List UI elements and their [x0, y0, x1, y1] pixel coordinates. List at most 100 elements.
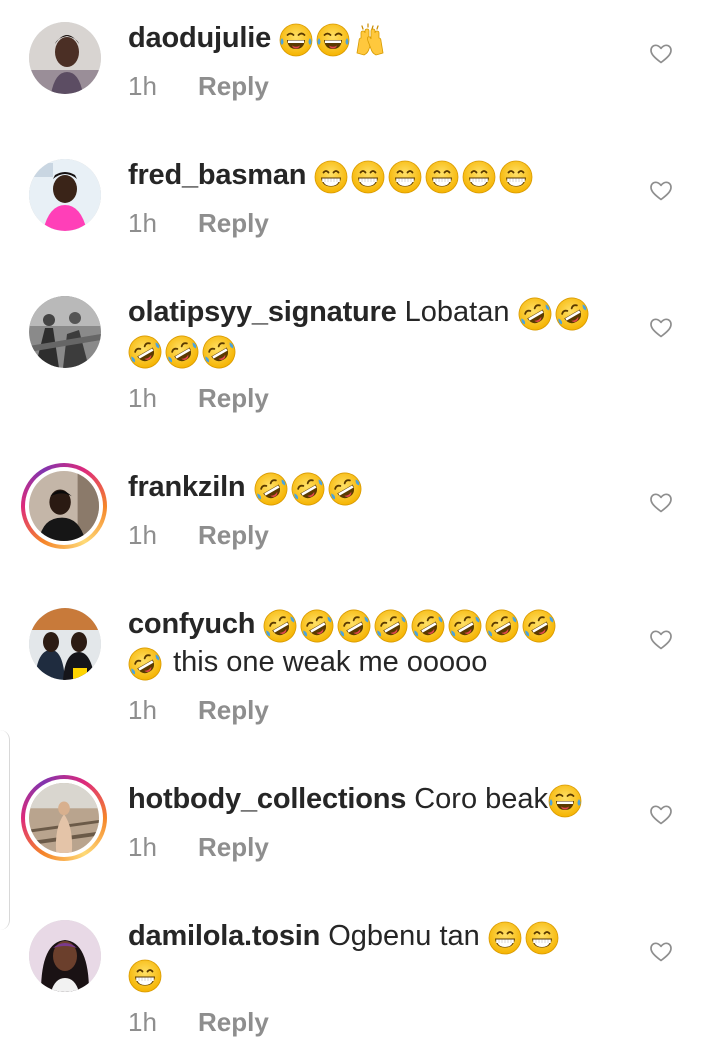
avatar-image: [29, 159, 101, 231]
comment-item: hotbody_collections Coro beak 1h Reply: [0, 761, 716, 898]
comment-item: confyuch this one weak me ooooo 1h Reply: [0, 586, 716, 761]
comment-username[interactable]: confyuch: [128, 608, 256, 640]
comment-time: 1h: [128, 383, 157, 413]
comment-text-line: fred_basman: [128, 156, 628, 198]
comment-username[interactable]: fred_basman: [128, 159, 307, 191]
rofl-emoji-icon: [522, 609, 556, 643]
rofl-emoji-icon: [555, 297, 589, 331]
reply-button[interactable]: Reply: [198, 383, 269, 413]
comment-meta: 1h Reply: [128, 208, 269, 238]
comment-item: fred_basman 1h Reply: [0, 137, 716, 274]
heart-outline-icon[interactable]: [649, 803, 673, 827]
avatar-image: [29, 608, 101, 680]
comment-emojis: [128, 959, 165, 997]
avatar[interactable]: [29, 296, 101, 368]
grin-emoji-icon: [488, 921, 522, 955]
rofl-emoji-icon: [300, 609, 334, 643]
avatar[interactable]: [29, 22, 101, 94]
grin-emoji-icon: [388, 160, 422, 194]
laugh-emoji-icon: [316, 23, 350, 57]
avatar[interactable]: [29, 920, 101, 992]
reply-button[interactable]: Reply: [198, 695, 269, 725]
avatar-image: [29, 296, 101, 368]
rofl-emoji-icon: [448, 609, 482, 643]
rofl-emoji-icon: [328, 472, 362, 506]
comment-emojis: [128, 335, 239, 373]
comment-item: frankziln 1h Reply: [0, 449, 716, 586]
comment-text-line: hotbody_collections Coro beak: [128, 780, 628, 822]
comment-meta: 1h Reply: [128, 383, 269, 413]
comment-time: 1h: [128, 520, 157, 550]
rofl-emoji-icon: [291, 472, 325, 506]
comment-meta: 1h Reply: [128, 695, 269, 725]
comment-text-line: frankziln: [128, 468, 628, 510]
comment-text-line: damilola.tosin Ogbenu tan: [128, 917, 628, 959]
comment-text-line-2: [128, 955, 628, 997]
avatar-story-ring[interactable]: [21, 775, 107, 861]
avatar-ring-gap: [25, 467, 103, 545]
comment-item: damilola.tosin Ogbenu tan 1h Reply: [0, 898, 716, 1037]
rofl-emoji-icon: [374, 609, 408, 643]
rofl-emoji-icon: [337, 609, 371, 643]
rofl-emoji-icon: [254, 472, 288, 506]
comment-emojis: [279, 23, 390, 61]
heart-outline-icon[interactable]: [649, 42, 673, 66]
comment-username[interactable]: daodujulie: [128, 22, 271, 54]
avatar-story-ring[interactable]: [21, 463, 107, 549]
avatar-image: [29, 22, 101, 94]
comment-emojis: [128, 647, 165, 685]
grin-emoji-icon: [525, 921, 559, 955]
rofl-emoji-icon: [263, 609, 297, 643]
comment-emojis: [254, 472, 365, 510]
heart-outline-icon[interactable]: [649, 179, 673, 203]
heart-outline-icon[interactable]: [649, 491, 673, 515]
comment-time: 1h: [128, 695, 157, 725]
heart-outline-icon[interactable]: [649, 940, 673, 964]
heart-outline-icon[interactable]: [649, 628, 673, 652]
rofl-emoji-icon: [518, 297, 552, 331]
grin-emoji-icon: [351, 160, 385, 194]
comment-body: Coro beak: [414, 783, 549, 815]
rofl-emoji-icon: [128, 647, 162, 681]
comment-text-line: confyuch: [128, 605, 628, 647]
reply-button[interactable]: Reply: [198, 832, 269, 862]
comment-username[interactable]: frankziln: [128, 471, 246, 503]
grin-emoji-icon: [425, 160, 459, 194]
avatar[interactable]: [29, 608, 101, 680]
comment-emojis: [314, 160, 536, 198]
comment-time: 1h: [128, 832, 157, 862]
left-edge-panel: [0, 730, 10, 930]
raised-hands-emoji-icon: [353, 23, 387, 57]
comment-item: olatipsyy_signature Lobatan 1h Reply: [0, 274, 716, 449]
rofl-emoji-icon: [202, 335, 236, 369]
laugh-emoji-icon: [548, 784, 582, 818]
comment-meta: 1h Reply: [128, 520, 269, 550]
comment-time: 1h: [128, 208, 157, 238]
avatar-image: [29, 783, 99, 853]
rofl-emoji-icon: [485, 609, 519, 643]
grin-emoji-icon: [314, 160, 348, 194]
reply-button[interactable]: Reply: [198, 208, 269, 238]
heart-outline-icon[interactable]: [649, 316, 673, 340]
rofl-emoji-icon: [128, 335, 162, 369]
rofl-emoji-icon: [165, 335, 199, 369]
comment-username[interactable]: damilola.tosin: [128, 920, 320, 952]
comment-username[interactable]: olatipsyy_signature: [128, 296, 397, 328]
laugh-emoji-icon: [279, 23, 313, 57]
comment-body: Ogbenu tan: [328, 920, 480, 952]
comment-username[interactable]: hotbody_collections: [128, 783, 406, 815]
comment-text-line-2: [128, 331, 628, 373]
avatar[interactable]: [29, 159, 101, 231]
comment-text-line-2: this one weak me ooooo: [128, 643, 628, 685]
comment-item: daodujulie 1h Reply: [0, 0, 716, 137]
avatar-ring-gap: [25, 779, 103, 857]
comment-emojis: [488, 921, 562, 959]
comment-time: 1h: [128, 71, 157, 101]
reply-button[interactable]: Reply: [198, 71, 269, 101]
avatar-image: [29, 920, 101, 992]
avatar-image: [29, 471, 99, 541]
grin-emoji-icon: [462, 160, 496, 194]
comment-meta: 1h Reply: [128, 71, 269, 101]
grin-emoji-icon: [499, 160, 533, 194]
reply-button[interactable]: Reply: [198, 520, 269, 550]
